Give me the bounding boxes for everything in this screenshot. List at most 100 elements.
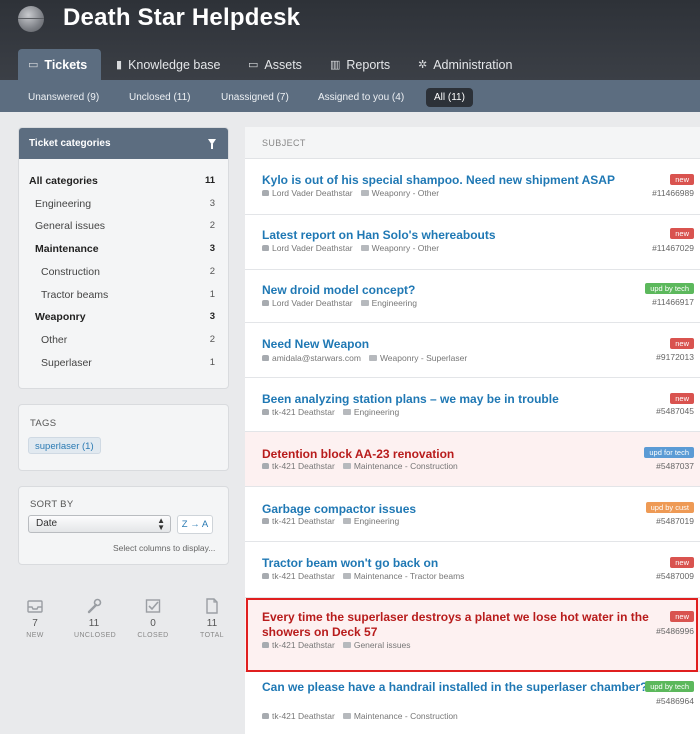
ticket-subject[interactable]: Can we please have a handrail installed …: [262, 680, 652, 695]
ticket-id: #5487009: [656, 571, 694, 581]
status-badge: upd by cust: [645, 502, 694, 513]
category-count: 11: [204, 175, 215, 186]
ticket-category: Weaponry - Superlaser: [379, 353, 468, 363]
folder-icon: [342, 642, 351, 648]
ticket-row[interactable]: Every time the superlaser destroys a pla…: [245, 598, 700, 672]
tag-superlaser[interactable]: superlaser (1): [28, 437, 101, 454]
ticket-subject[interactable]: New droid model concept?: [262, 283, 652, 298]
ticket-id: #5487019: [656, 516, 694, 526]
tab-tickets[interactable]: ▭ Tickets: [18, 49, 101, 80]
status-badge: upd by tech: [645, 681, 694, 692]
tab-assets[interactable]: ▭ Assets: [248, 49, 302, 80]
stat-total[interactable]: 11 TOTAL: [192, 598, 232, 639]
select-columns-link[interactable]: Select columns to display...: [113, 543, 215, 553]
filter-unclosed[interactable]: Unclosed (11): [129, 88, 191, 107]
category-construction[interactable]: Construction 2: [19, 263, 228, 281]
stat-closed[interactable]: 0 CLOSED: [133, 598, 173, 639]
folder-icon: [342, 463, 351, 469]
status-badge: new: [670, 611, 694, 622]
stat-label: CLOSED: [137, 632, 169, 639]
category-all[interactable]: All categories 11: [19, 172, 228, 190]
filter-all[interactable]: All (11): [426, 88, 473, 107]
ticket-row[interactable]: Can we please have a handrail installed …: [245, 672, 700, 734]
status-badge: new: [670, 557, 694, 568]
ticket-row[interactable]: Kylo is out of his special shampoo. Need…: [245, 160, 700, 215]
sort-title: SORT BY: [30, 499, 74, 510]
category-label: Maintenance: [35, 243, 99, 255]
category-superlaser[interactable]: Superlaser 1: [19, 354, 228, 372]
category-count: 3: [209, 243, 215, 254]
user-icon: [262, 245, 269, 251]
ticket-subject[interactable]: Need New Weapon: [262, 337, 652, 352]
status-badge: new: [670, 338, 694, 349]
stat-label: UNCLOSED: [74, 632, 117, 639]
stat-value: 0: [150, 618, 156, 629]
ticket-author[interactable]: tk-421 Deathstar: [272, 640, 335, 650]
ticket-subject[interactable]: Every time the superlaser destroys a pla…: [262, 610, 652, 640]
category-maintenance[interactable]: Maintenance 3: [19, 240, 228, 258]
tab-label: Knowledge base: [128, 57, 221, 72]
ticket-row[interactable]: New droid model concept? Lord Vader Deat…: [245, 270, 700, 323]
category-general-issues[interactable]: General issues 2: [19, 217, 228, 235]
sort-select[interactable]: Date ▲ ▼: [28, 515, 171, 533]
ticket-author[interactable]: tk-421 Deathstar: [272, 461, 335, 471]
tab-label: Tickets: [44, 57, 88, 72]
category-engineering[interactable]: Engineering 3: [19, 195, 228, 213]
folder-icon: [342, 573, 351, 579]
ticket-author[interactable]: tk-421 Deathstar: [272, 571, 335, 581]
category-label: General issues: [35, 220, 106, 232]
filter-icon[interactable]: [208, 139, 216, 149]
folder-icon: [360, 300, 369, 306]
ticket-id: #11466989: [652, 188, 694, 198]
ticket-author[interactable]: tk-421 Deathstar: [272, 407, 335, 417]
column-header-subject[interactable]: SUBJECT: [262, 138, 306, 148]
inbox-icon: ▭: [28, 59, 39, 71]
ticket-row[interactable]: Garbage compactor issues tk-421 Deathsta…: [245, 487, 700, 542]
ticket-author[interactable]: Lord Vader Deathstar: [272, 243, 353, 253]
ticket-category: Maintenance - Construction: [353, 461, 458, 471]
ticket-author[interactable]: Lord Vader Deathstar: [272, 298, 353, 308]
status-badge: new: [670, 393, 694, 404]
filter-unassigned[interactable]: Unassigned (7): [221, 88, 289, 107]
ticket-subject[interactable]: Latest report on Han Solo's whereabouts: [262, 228, 652, 243]
ticket-row[interactable]: Need New Weapon amidala@starwars.com Weap…: [245, 323, 700, 378]
ticket-id: #5487037: [656, 461, 694, 471]
ticket-subject[interactable]: Garbage compactor issues: [262, 502, 652, 517]
sort-direction-button[interactable]: Z → A: [177, 515, 213, 534]
ticket-subject[interactable]: Kylo is out of his special shampoo. Need…: [262, 173, 652, 188]
stat-new[interactable]: 7 NEW: [15, 598, 55, 639]
folder-icon: [360, 245, 369, 251]
wrench-icon: [74, 598, 114, 616]
ticket-author[interactable]: tk-421 Deathstar: [272, 711, 335, 721]
ticket-subject[interactable]: Been analyzing station plans – we may be…: [262, 392, 652, 407]
category-panel-title: Ticket categories: [29, 138, 111, 149]
category-other[interactable]: Other 2: [19, 331, 228, 349]
ticket-row[interactable]: Tractor beam won't go back on tk-421 Dea…: [245, 542, 700, 598]
category-weaponry[interactable]: Weaponry 3: [19, 308, 228, 326]
app-title: Death Star Helpdesk: [63, 4, 301, 31]
tab-reports[interactable]: ▥ Reports: [330, 49, 390, 80]
tab-knowledge-base[interactable]: ▮ Knowledge base: [116, 49, 221, 80]
ticket-row[interactable]: Latest report on Han Solo's whereabouts …: [245, 215, 700, 270]
ticket-subject[interactable]: Detention block AA-23 renovation: [262, 447, 652, 462]
filter-assigned-to-you[interactable]: Assigned to you (4): [318, 88, 404, 107]
category-tractor-beams[interactable]: Tractor beams 1: [19, 286, 228, 304]
tags-title: TAGS: [30, 418, 57, 429]
sort-selected-value: Date: [36, 518, 58, 529]
tab-administration[interactable]: ✲ Administration: [418, 49, 512, 80]
ticket-list-header: [245, 127, 700, 159]
document-icon: [192, 598, 232, 616]
stat-value: 11: [88, 618, 100, 629]
category-label: Superlaser: [41, 357, 92, 369]
ticket-row[interactable]: Been analyzing station plans – we may be…: [245, 378, 700, 432]
ticket-row[interactable]: Detention block AA-23 renovation tk-421 …: [245, 432, 700, 487]
ticket-author[interactable]: tk-421 Deathstar: [272, 516, 335, 526]
folder-icon: [342, 713, 351, 719]
ticket-subject[interactable]: Tractor beam won't go back on: [262, 556, 652, 571]
filter-unanswered[interactable]: Unanswered (9): [28, 88, 99, 107]
stat-unclosed[interactable]: 11 UNCLOSED: [74, 598, 117, 639]
user-icon: [262, 190, 269, 196]
ticket-id: #9172013: [656, 352, 694, 362]
ticket-author[interactable]: amidala@starwars.com: [272, 353, 361, 363]
ticket-author[interactable]: Lord Vader Deathstar: [272, 188, 353, 198]
